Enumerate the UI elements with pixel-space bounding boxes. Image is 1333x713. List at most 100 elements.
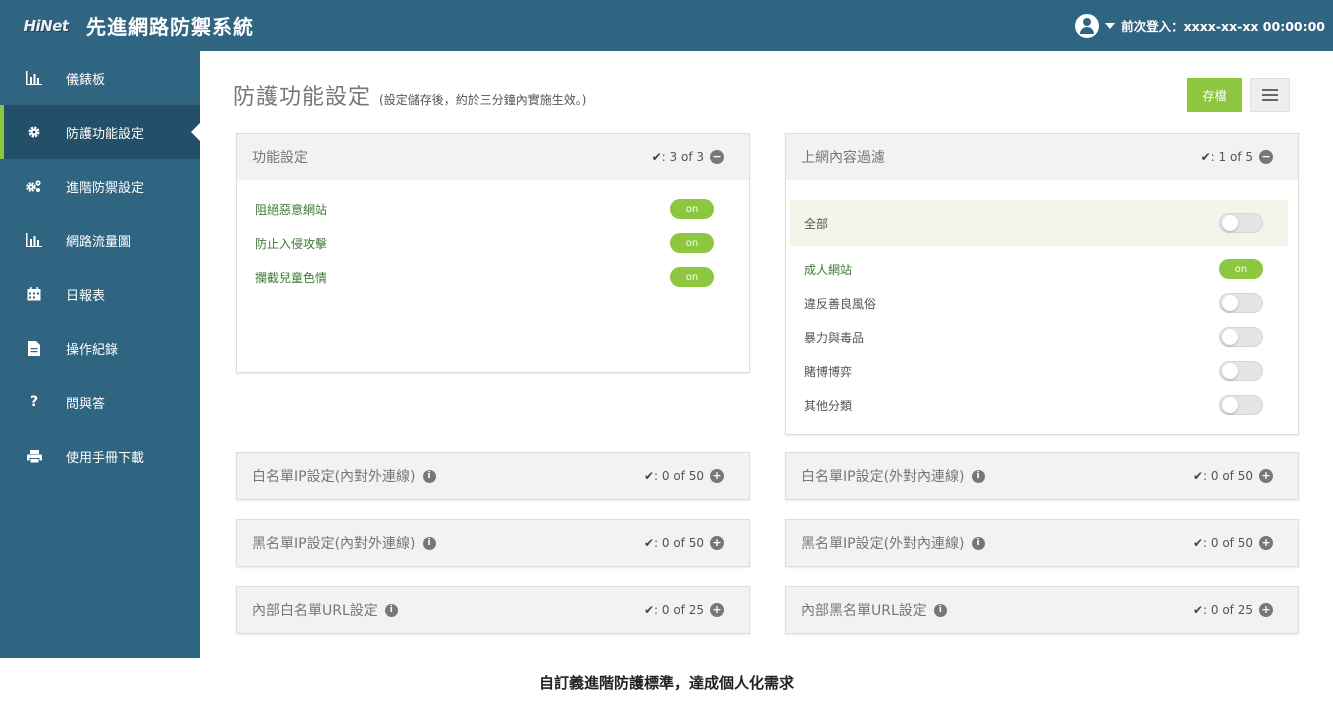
panel-title: 內部白名單URL設定 bbox=[252, 603, 378, 619]
whitelist-url-panel[interactable]: 內部白名單URL設定 i ✔: 0 of 25 + bbox=[236, 586, 750, 634]
main-content: 防護功能設定 (設定儲存後，約於三分鐘內實施生效。) 存檔 功能設定 ✔: 3 … bbox=[200, 51, 1333, 658]
sidebar-item-label: 問與答 bbox=[66, 396, 106, 412]
check-icon: ✔ bbox=[1192, 536, 1204, 550]
sidebar-item-label: 操作紀錄 bbox=[66, 342, 119, 358]
app-title: 先進網路防禦系統 bbox=[86, 15, 254, 39]
panel-count: ✔: 0 of 25 bbox=[1192, 603, 1253, 617]
panel-title: 白名單IP設定(內對外連線) bbox=[252, 469, 416, 485]
blacklist-ip-outbound-panel[interactable]: 黑名單IP設定(內對外連線) i ✔: 0 of 50 + bbox=[236, 519, 750, 567]
sidebar-item-dashboard[interactable]: 儀錶板 bbox=[0, 51, 200, 105]
info-icon[interactable]: i bbox=[422, 469, 436, 483]
toggle-switch[interactable]: on bbox=[670, 267, 714, 287]
chart-bar-icon bbox=[24, 233, 44, 247]
collapse-minus-icon[interactable]: − bbox=[710, 150, 724, 164]
user-menu[interactable]: 前次登入：xxxx-xx-xx 00:00:00 bbox=[1075, 0, 1325, 51]
sidebar-item-label: 儀錶板 bbox=[66, 72, 106, 88]
panel-count: ✔: 0 of 50 bbox=[643, 469, 704, 483]
sidebar-item-label: 日報表 bbox=[66, 288, 106, 304]
logo[interactable]: HiNet 先進網路防禦系統 bbox=[14, 11, 254, 40]
sidebar-item-label: 網路流量圖 bbox=[66, 234, 132, 250]
expand-plus-icon[interactable]: + bbox=[1259, 469, 1273, 483]
toggle-switch[interactable] bbox=[1219, 293, 1263, 313]
chevron-down-icon[interactable] bbox=[1105, 22, 1116, 29]
panel-header[interactable]: 內部黑名單URL設定 i ✔: 0 of 25 + bbox=[786, 587, 1298, 633]
sidebar-item-traffic-chart[interactable]: 網路流量圖 bbox=[0, 213, 200, 267]
toggle-switch[interactable] bbox=[1219, 213, 1263, 233]
save-button[interactable]: 存檔 bbox=[1187, 78, 1242, 112]
expand-plus-icon[interactable]: + bbox=[710, 536, 724, 550]
panel-header[interactable]: 白名單IP設定(外對內連線) i ✔: 0 of 50 + bbox=[786, 453, 1298, 499]
panel-header[interactable]: 上網內容過濾 ✔: 1 of 5 − bbox=[786, 134, 1298, 180]
toggle-switch[interactable] bbox=[1219, 361, 1263, 381]
panel-title: 內部黑名單URL設定 bbox=[801, 603, 927, 619]
blacklist-url-panel[interactable]: 內部黑名單URL設定 i ✔: 0 of 25 + bbox=[785, 586, 1299, 634]
check-icon: ✔ bbox=[651, 150, 662, 164]
panel-header[interactable]: 內部白名單URL設定 i ✔: 0 of 25 + bbox=[237, 587, 749, 633]
info-icon[interactable]: i bbox=[971, 536, 985, 550]
panel-count: ✔: 0 of 50 bbox=[1192, 469, 1253, 483]
info-icon[interactable]: i bbox=[971, 469, 985, 483]
top-bar: HiNet 先進網路防禦系統 前次登入：xxxx-xx-xx 00:00:00 bbox=[0, 0, 1333, 51]
filter-row-all: 全部 bbox=[790, 200, 1288, 246]
panel-header[interactable]: 黑名單IP設定(內對外連線) i ✔: 0 of 50 + bbox=[237, 520, 749, 566]
check-icon: ✔ bbox=[1192, 469, 1204, 483]
check-icon: ✔ bbox=[1192, 603, 1204, 617]
filter-row: 賭博博弈 bbox=[786, 354, 1298, 388]
expand-plus-icon[interactable]: + bbox=[710, 603, 724, 617]
function-row: 防止入侵攻擊 on bbox=[237, 226, 749, 260]
expand-plus-icon[interactable]: + bbox=[710, 469, 724, 483]
panel-title: 功能設定 bbox=[252, 150, 308, 166]
panel-count: ✔: 1 of 5 bbox=[1200, 150, 1253, 164]
whitelist-ip-outbound-panel[interactable]: 白名單IP設定(內對外連線) i ✔: 0 of 50 + bbox=[236, 452, 750, 500]
function-settings-panel: 功能設定 ✔: 3 of 3 − 阻絕惡意網站 on 防止入侵攻擊 on 攔截兒… bbox=[236, 133, 750, 373]
toggle-switch[interactable]: on bbox=[1219, 259, 1263, 279]
sidebar-item-label: 防護功能設定 bbox=[66, 126, 145, 142]
toggle-switch[interactable] bbox=[1219, 327, 1263, 347]
collapse-minus-icon[interactable]: − bbox=[1259, 150, 1273, 164]
panel-count: ✔: 3 of 3 bbox=[651, 150, 704, 164]
filter-row: 違反善良風俗 bbox=[786, 286, 1298, 320]
blacklist-ip-inbound-panel[interactable]: 黑名單IP設定(外對內連線) i ✔: 0 of 50 + bbox=[785, 519, 1299, 567]
whitelist-ip-inbound-panel[interactable]: 白名單IP設定(外對內連線) i ✔: 0 of 50 + bbox=[785, 452, 1299, 500]
gears-icon bbox=[24, 179, 44, 193]
chart-bar-icon bbox=[24, 71, 44, 85]
calendar-icon bbox=[24, 287, 44, 301]
sidebar-item-faq[interactable]: ? 問與答 bbox=[0, 375, 200, 429]
info-icon[interactable]: i bbox=[384, 603, 398, 617]
user-avatar-icon[interactable] bbox=[1075, 13, 1100, 38]
page-note: (設定儲存後，約於三分鐘內實施生效。) bbox=[379, 93, 587, 107]
sidebar-item-advanced-defense[interactable]: 進階防禦設定 bbox=[0, 159, 200, 213]
toggle-switch[interactable]: on bbox=[670, 199, 714, 219]
panel-count: ✔: 0 of 25 bbox=[643, 603, 704, 617]
document-icon bbox=[24, 340, 44, 356]
gear-icon bbox=[24, 125, 44, 139]
print-icon bbox=[24, 449, 44, 463]
expand-plus-icon[interactable]: + bbox=[1259, 536, 1273, 550]
panel-title: 白名單IP設定(外對內連線) bbox=[801, 469, 965, 485]
panel-title: 黑名單IP設定(內對外連線) bbox=[252, 536, 416, 552]
function-row: 阻絕惡意網站 on bbox=[237, 192, 749, 226]
check-icon: ✔ bbox=[643, 603, 655, 617]
caption: 自訂義進階防護標準，達成個人化需求 bbox=[538, 674, 794, 692]
panel-header[interactable]: 白名單IP設定(內對外連線) i ✔: 0 of 50 + bbox=[237, 453, 749, 499]
last-login-text: 前次登入：xxxx-xx-xx 00:00:00 bbox=[1121, 19, 1325, 34]
toggle-switch[interactable]: on bbox=[670, 233, 714, 253]
panel-title: 黑名單IP設定(外對內連線) bbox=[801, 536, 965, 552]
panel-title: 上網內容過濾 bbox=[801, 150, 885, 166]
function-row: 攔截兒童色情 on bbox=[237, 260, 749, 294]
toggle-switch[interactable] bbox=[1219, 395, 1263, 415]
filter-row: 暴力與毒品 bbox=[786, 320, 1298, 354]
info-icon[interactable]: i bbox=[422, 536, 436, 550]
sidebar-item-operation-log[interactable]: 操作紀錄 bbox=[0, 321, 200, 375]
check-icon: ✔ bbox=[643, 536, 655, 550]
menu-icon[interactable] bbox=[1250, 78, 1290, 112]
page-title: 防護功能設定 bbox=[233, 85, 372, 110]
panel-header[interactable]: 黑名單IP設定(外對內連線) i ✔: 0 of 50 + bbox=[786, 520, 1298, 566]
sidebar-item-daily-report[interactable]: 日報表 bbox=[0, 267, 200, 321]
expand-plus-icon[interactable]: + bbox=[1259, 603, 1273, 617]
sidebar-item-protection-settings[interactable]: 防護功能設定 bbox=[0, 105, 200, 159]
info-icon[interactable]: i bbox=[933, 603, 947, 617]
question-icon: ? bbox=[29, 394, 39, 410]
panel-header[interactable]: 功能設定 ✔: 3 of 3 − bbox=[237, 134, 749, 180]
sidebar-item-manual-download[interactable]: 使用手冊下載 bbox=[0, 429, 200, 483]
